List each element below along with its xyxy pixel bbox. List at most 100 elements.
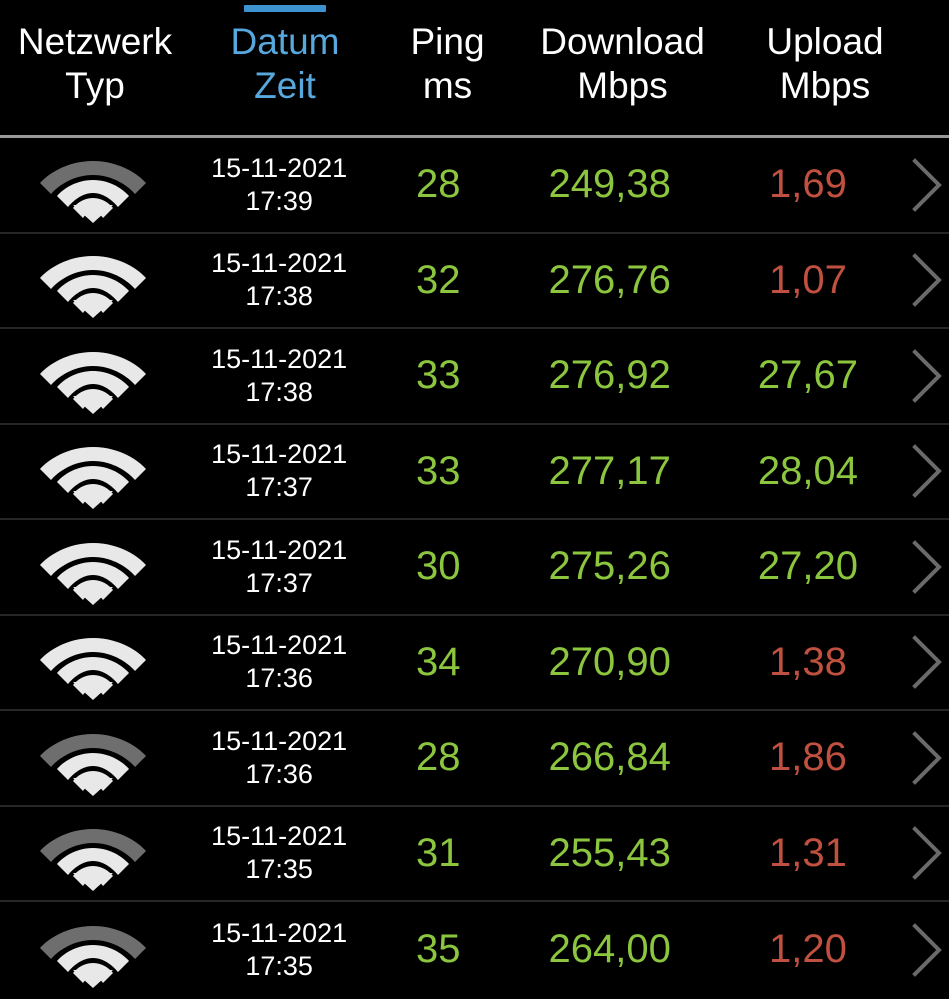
upload-value: 28,04 xyxy=(757,448,859,493)
row-date: 15-11-2021 xyxy=(211,439,348,470)
ping-value: 33 xyxy=(416,448,461,493)
network-type-cell xyxy=(0,433,186,510)
row-time: 17:39 xyxy=(245,185,313,216)
row-time: 17:38 xyxy=(245,376,313,407)
column-header-date-time[interactable]: Datum Zeit xyxy=(190,0,380,108)
row-detail-button[interactable] xyxy=(901,157,949,213)
table-row[interactable]: 15-11-2021 17:38 32 276,76 1,07 xyxy=(0,233,949,329)
download-value: 266,84 xyxy=(548,735,671,780)
table-row[interactable]: 15-11-2021 17:36 28 266,84 1,86 xyxy=(0,711,949,807)
upload-value: 27,67 xyxy=(757,353,859,398)
row-date: 15-11-2021 xyxy=(211,248,348,279)
row-time: 17:36 xyxy=(245,663,313,694)
table-row[interactable]: 15-11-2021 17:39 28 249,38 1,69 xyxy=(0,138,949,234)
column-header-network-type-line1: Netzwerk xyxy=(17,21,173,62)
wifi-icon xyxy=(39,242,147,319)
row-date: 15-11-2021 xyxy=(211,725,348,756)
upload-value: 27,20 xyxy=(757,544,859,589)
network-type-cell xyxy=(0,624,186,701)
column-header-date-time-line1: Datum xyxy=(230,21,340,62)
column-header-upload[interactable]: Upload Mbps xyxy=(730,0,920,108)
upload-value: 1,38 xyxy=(769,639,847,684)
chevron-right-icon xyxy=(909,634,949,690)
row-detail-button[interactable] xyxy=(901,825,949,881)
network-type-cell xyxy=(0,529,186,605)
download-value: 277,17 xyxy=(548,448,671,493)
download-value: 249,38 xyxy=(548,162,671,207)
row-time: 17:37 xyxy=(245,567,313,598)
chevron-right-icon xyxy=(909,730,949,786)
row-time: 17:36 xyxy=(245,758,313,789)
upload-value: 1,86 xyxy=(769,735,847,780)
upload-value: 1,07 xyxy=(769,257,847,302)
row-time: 17:37 xyxy=(245,472,313,503)
date-time-cell: 15-11-2021 17:35 xyxy=(186,820,372,886)
chevron-right-icon xyxy=(909,539,949,595)
date-time-cell: 15-11-2021 17:37 xyxy=(186,534,372,600)
table-row[interactable]: 15-11-2021 17:37 33 277,17 28,04 xyxy=(0,424,949,520)
ping-value: 35 xyxy=(416,927,461,972)
row-time: 17:38 xyxy=(245,281,313,312)
results-table-header: Netzwerk Typ Datum Zeit Ping ms Download… xyxy=(0,0,949,138)
network-type-cell xyxy=(0,338,186,414)
row-date: 15-11-2021 xyxy=(211,534,348,565)
download-value: 270,90 xyxy=(548,639,671,684)
chevron-right-icon xyxy=(909,348,949,404)
chevron-right-icon xyxy=(909,825,949,881)
chevron-right-icon xyxy=(909,922,949,978)
row-date: 15-11-2021 xyxy=(211,917,348,948)
table-row[interactable]: 15-11-2021 17:38 33 276,92 27,67 xyxy=(0,329,949,425)
date-time-cell: 15-11-2021 17:38 xyxy=(186,343,372,409)
ping-value: 31 xyxy=(416,830,461,875)
column-header-date-time-line2: Zeit xyxy=(254,65,316,106)
network-type-cell xyxy=(0,720,186,796)
upload-value: 1,20 xyxy=(769,927,847,972)
table-row[interactable]: 15-11-2021 17:35 35 264,00 1,20 xyxy=(0,902,949,998)
table-row[interactable]: 15-11-2021 17:35 31 255,43 1,31 xyxy=(0,806,949,902)
ping-value: 32 xyxy=(416,257,461,302)
date-time-cell: 15-11-2021 17:36 xyxy=(186,725,372,791)
column-header-ping-line1: Ping xyxy=(410,21,485,62)
column-header-upload-line2: Mbps xyxy=(779,65,871,106)
date-time-cell: 15-11-2021 17:39 xyxy=(186,152,372,218)
column-header-network-type[interactable]: Netzwerk Typ xyxy=(0,0,190,108)
download-value: 276,92 xyxy=(548,353,671,398)
row-detail-button[interactable] xyxy=(901,252,949,308)
download-value: 264,00 xyxy=(548,927,671,972)
row-date: 15-11-2021 xyxy=(211,630,348,661)
wifi-icon xyxy=(39,624,147,701)
table-row[interactable]: 15-11-2021 17:36 34 270,90 1,38 xyxy=(0,615,949,711)
download-value: 276,76 xyxy=(548,257,671,302)
row-detail-button[interactable] xyxy=(901,922,949,978)
row-detail-button[interactable] xyxy=(901,730,949,786)
row-detail-button[interactable] xyxy=(901,634,949,690)
column-header-ping[interactable]: Ping ms xyxy=(380,0,515,108)
wifi-icon xyxy=(39,815,147,892)
upload-value: 1,31 xyxy=(769,830,847,875)
network-type-cell xyxy=(0,242,186,319)
row-detail-button[interactable] xyxy=(901,539,949,595)
date-time-cell: 15-11-2021 17:36 xyxy=(186,629,372,695)
active-column-indicator xyxy=(244,5,326,12)
wifi-icon xyxy=(39,912,147,988)
column-header-ping-line2: ms xyxy=(422,65,473,106)
network-type-cell xyxy=(0,147,186,223)
column-header-download[interactable]: Download Mbps xyxy=(515,0,730,108)
date-time-cell: 15-11-2021 17:37 xyxy=(186,438,372,504)
row-detail-button[interactable] xyxy=(901,443,949,499)
table-row[interactable]: 15-11-2021 17:37 30 275,26 27,20 xyxy=(0,520,949,616)
row-date: 15-11-2021 xyxy=(211,152,348,183)
row-date: 15-11-2021 xyxy=(211,821,348,852)
ping-value: 33 xyxy=(416,353,461,398)
row-detail-button[interactable] xyxy=(901,348,949,404)
row-date: 15-11-2021 xyxy=(211,343,348,374)
chevron-right-icon xyxy=(909,443,949,499)
ping-value: 28 xyxy=(416,735,461,780)
column-header-download-line2: Mbps xyxy=(577,65,668,106)
ping-value: 28 xyxy=(416,162,461,207)
date-time-cell: 15-11-2021 17:38 xyxy=(186,247,372,313)
upload-value: 1,69 xyxy=(769,162,847,207)
wifi-icon xyxy=(39,338,147,414)
download-value: 255,43 xyxy=(548,830,671,875)
network-type-cell xyxy=(0,912,186,988)
